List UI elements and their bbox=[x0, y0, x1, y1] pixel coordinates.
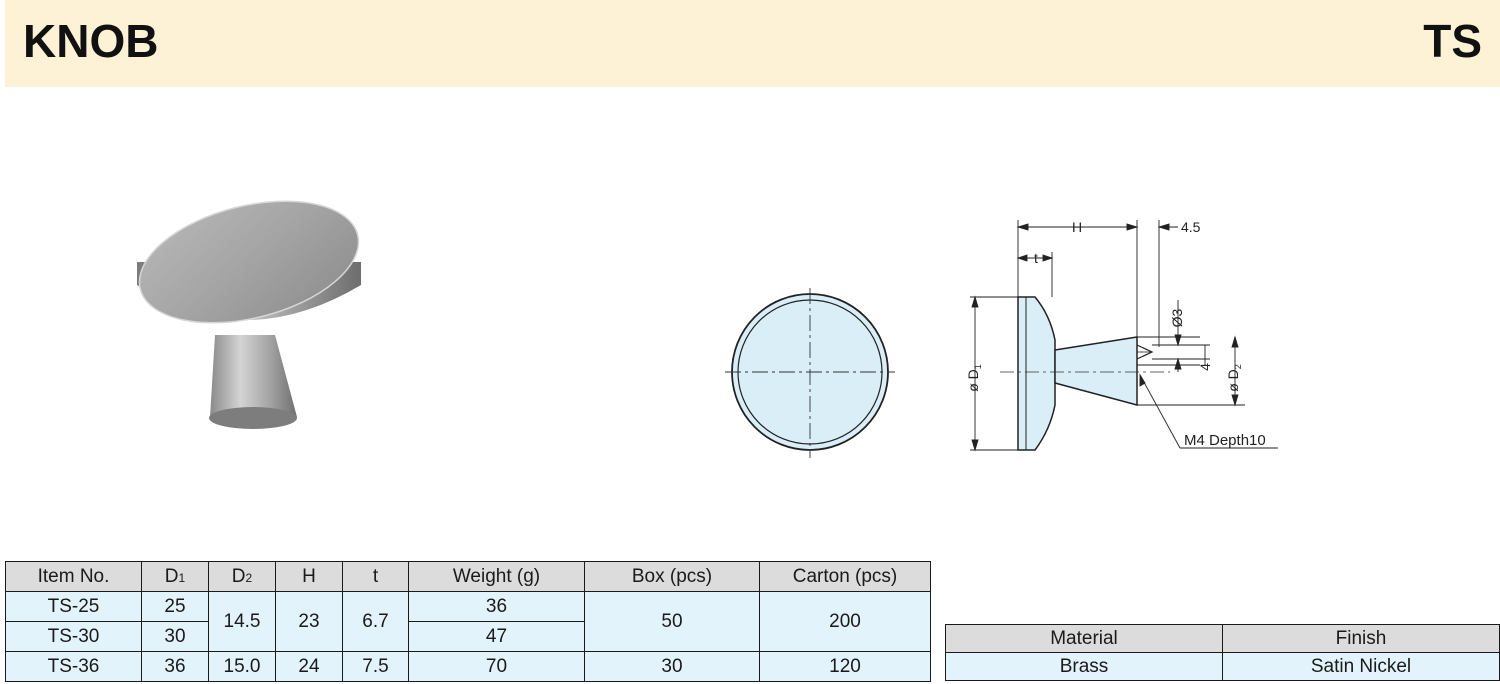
dim-h-label: H bbox=[1072, 219, 1082, 235]
col-carton: Carton (pcs) bbox=[759, 561, 931, 592]
cell-t: 6.7 bbox=[342, 591, 409, 652]
spec-table: Item No. D1 D2 H t Weight (g) Box (pcs) … bbox=[5, 561, 931, 682]
col-d2: D2 bbox=[208, 561, 276, 592]
dim-4-5-label: 4.5 bbox=[1181, 219, 1201, 235]
side-view bbox=[1000, 296, 1170, 451]
dim-t-label: t bbox=[1034, 250, 1038, 266]
col-t: t bbox=[342, 561, 409, 592]
cell-h: 23 bbox=[275, 591, 343, 652]
cell-carton: 120 bbox=[759, 651, 931, 682]
cell-item: TS-36 bbox=[5, 651, 142, 682]
col-d1: D1 bbox=[141, 561, 209, 592]
cell-d1: 30 bbox=[141, 621, 209, 652]
material-header-row: Material Finish bbox=[945, 624, 1500, 653]
cell-d2: 15.0 bbox=[208, 651, 276, 682]
dim-4-label: 4 bbox=[1197, 363, 1213, 371]
col-weight: Weight (g) bbox=[408, 561, 585, 592]
cell-item: TS-30 bbox=[5, 621, 142, 652]
cell-weight: 36 bbox=[408, 591, 585, 622]
table-row: TS-25 25 14.5 23 6.7 36 50 200 bbox=[5, 591, 931, 652]
col-box: Box (pcs) bbox=[584, 561, 760, 592]
table-row: TS-36 36 15.0 24 7.5 70 30 120 bbox=[5, 651, 931, 682]
table-row: Brass Satin Nickel bbox=[945, 652, 1500, 681]
col-item-no: Item No. bbox=[5, 561, 142, 592]
dim-d2-label: ø D2 bbox=[1225, 364, 1243, 392]
dimensions bbox=[970, 220, 1278, 452]
material-table: Material Finish Brass Satin Nickel bbox=[945, 624, 1500, 681]
cell-weight: 70 bbox=[408, 651, 585, 682]
knob-photo bbox=[137, 200, 361, 429]
cell-material: Brass bbox=[945, 652, 1223, 681]
cell-d2: 14.5 bbox=[208, 591, 276, 652]
cell-d1: 36 bbox=[141, 651, 209, 682]
cell-box: 50 bbox=[584, 591, 760, 652]
cell-finish: Satin Nickel bbox=[1222, 652, 1500, 681]
col-material: Material bbox=[945, 624, 1223, 653]
cell-item: TS-25 bbox=[5, 591, 142, 622]
page-title: KNOB bbox=[23, 15, 159, 67]
product-code: TS bbox=[1423, 15, 1482, 67]
technical-drawing: H 4.5 t ø D1 ø D2 Ø3 4 M4 Depth10 bbox=[725, 219, 1278, 458]
dim-phi3-label: Ø3 bbox=[1169, 308, 1185, 327]
cell-box: 30 bbox=[584, 651, 760, 682]
thread-callout: M4 Depth10 bbox=[1184, 432, 1266, 449]
spec-header-row: Item No. D1 D2 H t Weight (g) Box (pcs) … bbox=[5, 561, 931, 592]
dim-d1-label: ø D1 bbox=[965, 364, 983, 392]
title-banner: KNOB TS bbox=[5, 0, 1500, 87]
cell-t: 7.5 bbox=[342, 651, 409, 682]
cell-carton: 200 bbox=[759, 591, 931, 652]
cell-weight: 47 bbox=[408, 621, 585, 652]
col-h: H bbox=[275, 561, 343, 592]
cell-d1: 25 bbox=[141, 591, 209, 622]
front-view bbox=[725, 288, 895, 458]
cell-h: 24 bbox=[275, 651, 343, 682]
col-finish: Finish bbox=[1222, 624, 1500, 653]
